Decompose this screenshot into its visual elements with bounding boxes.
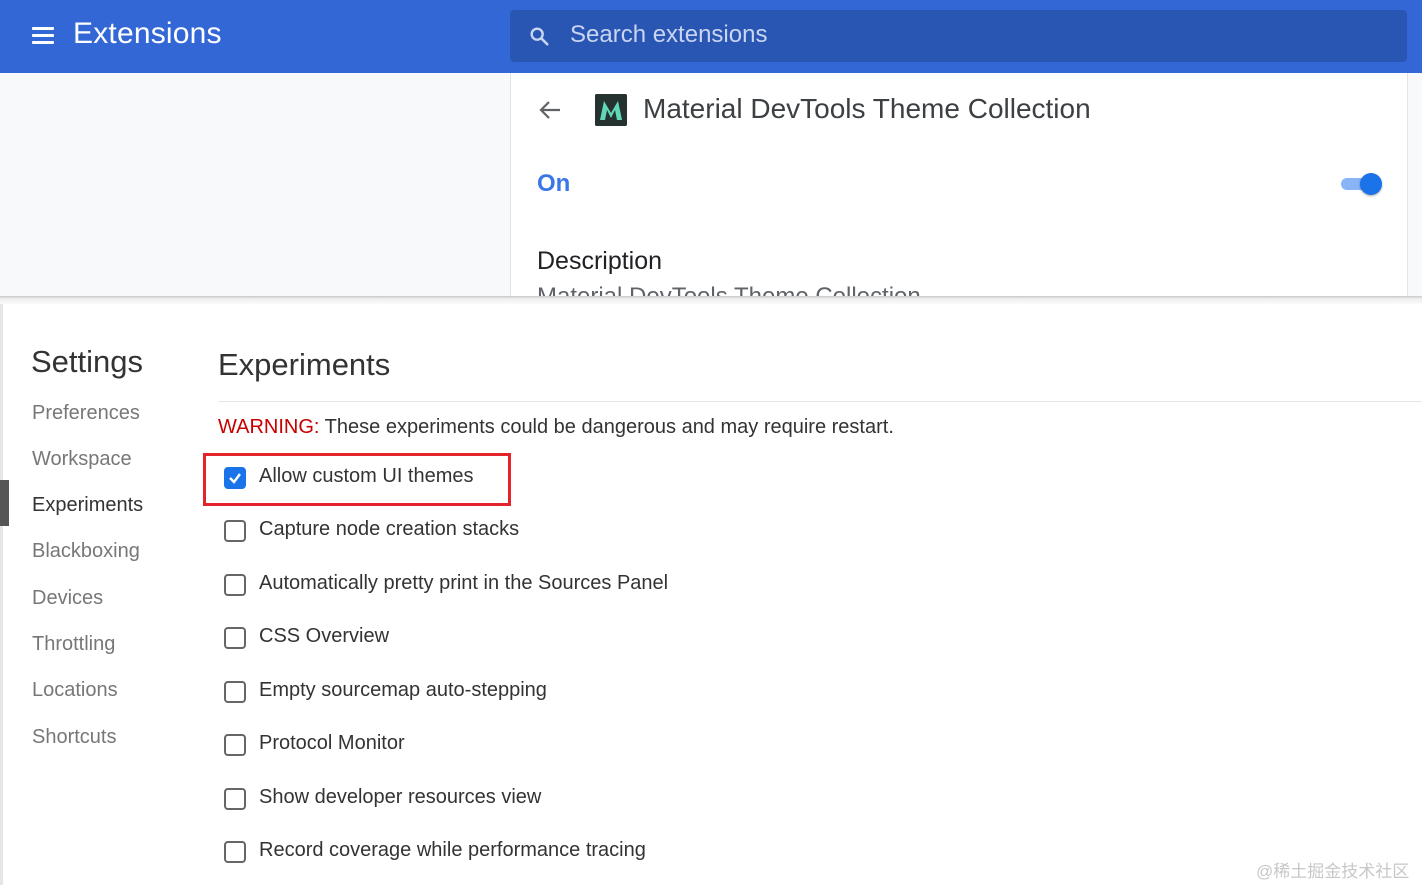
extensions-sidebar-area	[0, 73, 510, 298]
experiment-label: Capture node creation stacks	[259, 518, 520, 540]
nav-item-shortcuts[interactable]: Shortcuts	[32, 726, 116, 749]
checkbox[interactable]	[224, 574, 246, 596]
settings-title: Settings	[31, 344, 144, 379]
app-title: Extensions	[73, 17, 222, 50]
extension-logo-icon	[595, 94, 627, 126]
experiment-label: Show developer resources view	[259, 786, 542, 808]
warning-label: WARNING:	[218, 416, 320, 438]
description-heading: Description	[537, 247, 663, 275]
nav-item-blackboxing[interactable]: Blackboxing	[32, 540, 140, 563]
watermark: @稀土掘金技术社区	[1256, 862, 1410, 881]
experiment-label: CSS Overview	[259, 625, 390, 647]
checkbox[interactable]	[224, 520, 246, 542]
menu-icon[interactable]	[32, 27, 54, 45]
checkbox-checked[interactable]	[224, 467, 246, 489]
nav-item-preferences[interactable]: Preferences	[32, 402, 140, 425]
extension-status-label: On	[537, 170, 571, 197]
experiments-title: Experiments	[218, 347, 391, 382]
experiment-label: Allow custom UI themes	[259, 465, 474, 487]
nav-item-throttling[interactable]: Throttling	[32, 633, 115, 656]
experiment-label: Record coverage while performance tracin…	[259, 839, 646, 861]
nav-active-indicator	[0, 480, 9, 526]
experiment-label: Empty sourcemap auto-stepping	[259, 679, 547, 701]
nav-item-workspace[interactable]: Workspace	[32, 448, 132, 471]
checkbox[interactable]	[224, 627, 246, 649]
extensions-right-margin	[1408, 73, 1422, 298]
nav-item-devices[interactable]: Devices	[32, 587, 103, 610]
warning-message: WARNING: These experiments could be dang…	[218, 416, 894, 439]
checkbox[interactable]	[224, 734, 246, 756]
nav-item-experiments[interactable]: Experiments	[32, 494, 143, 517]
warning-text: These experiments could be dangerous and…	[319, 416, 894, 438]
title-divider	[218, 401, 1422, 402]
checkbox[interactable]	[224, 681, 246, 703]
experiment-label: Protocol Monitor	[259, 732, 405, 754]
nav-item-locations[interactable]: Locations	[32, 679, 118, 702]
checkbox[interactable]	[224, 841, 246, 863]
devtools-settings-panel: Settings Preferences Workspace Experimen…	[0, 304, 1422, 885]
search-extensions-input[interactable]: Search extensions	[510, 10, 1407, 62]
search-placeholder: Search extensions	[570, 21, 768, 48]
extension-name: Material DevTools Theme Collection	[643, 93, 1091, 124]
back-arrow-icon[interactable]	[539, 100, 561, 120]
search-icon	[530, 27, 549, 46]
extension-detail-card: Material DevTools Theme Collection On De…	[510, 73, 1408, 298]
extensions-header: Extensions Search extensions	[0, 0, 1422, 73]
extension-enable-toggle[interactable]	[1341, 173, 1383, 195]
checkbox[interactable]	[224, 788, 246, 810]
experiment-label: Automatically pretty print in the Source…	[259, 572, 669, 594]
